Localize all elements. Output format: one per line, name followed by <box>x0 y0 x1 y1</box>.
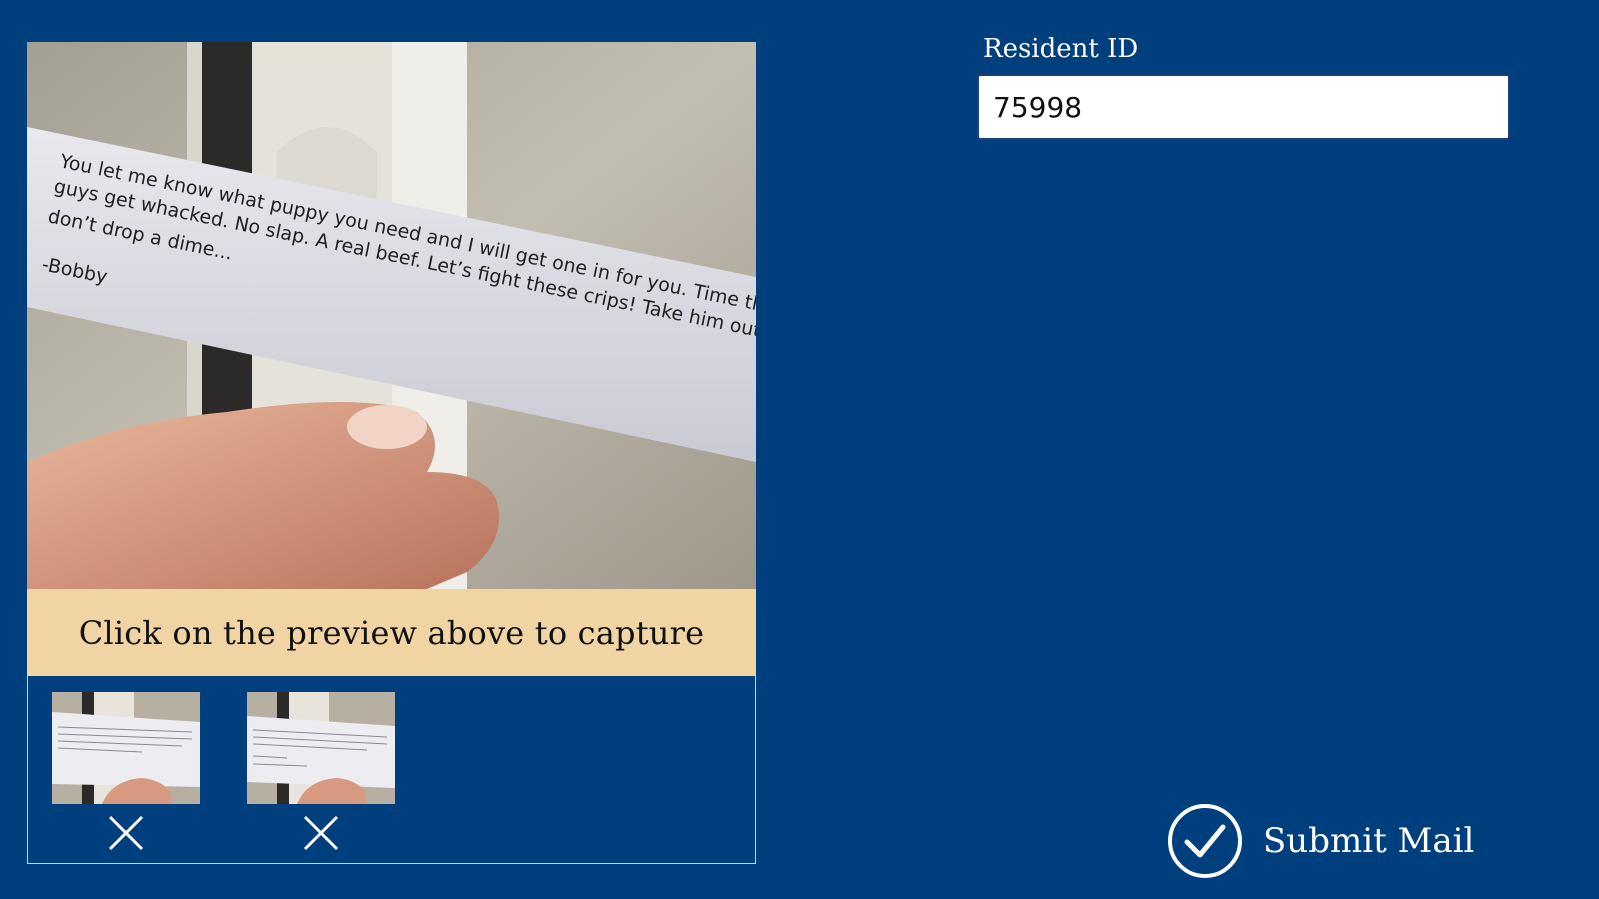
captured-thumbnails <box>27 676 756 864</box>
resident-id-input[interactable] <box>977 74 1510 140</box>
camera-preview[interactable]: You let me know what puppy you need and … <box>27 42 756 589</box>
close-icon <box>108 815 144 851</box>
submit-mail-label: Submit Mail <box>1263 821 1475 861</box>
thumbnail-1[interactable] <box>52 692 200 804</box>
close-icon <box>303 815 339 851</box>
mail-capture-screen: You let me know what puppy you need and … <box>0 0 1599 899</box>
thumbnail-2[interactable] <box>247 692 395 804</box>
preview-image: You let me know what puppy you need and … <box>27 42 756 589</box>
checkmark-circle-icon <box>1168 804 1242 878</box>
capture-instruction-bar: Click on the preview above to capture <box>27 589 756 676</box>
remove-thumbnail-1-button[interactable] <box>107 814 145 852</box>
submit-mail-button[interactable]: Submit Mail <box>1167 803 1474 879</box>
remove-thumbnail-2-button[interactable] <box>302 814 340 852</box>
resident-id-label: Resident ID <box>983 34 1139 64</box>
capture-instruction: Click on the preview above to capture <box>78 613 705 652</box>
